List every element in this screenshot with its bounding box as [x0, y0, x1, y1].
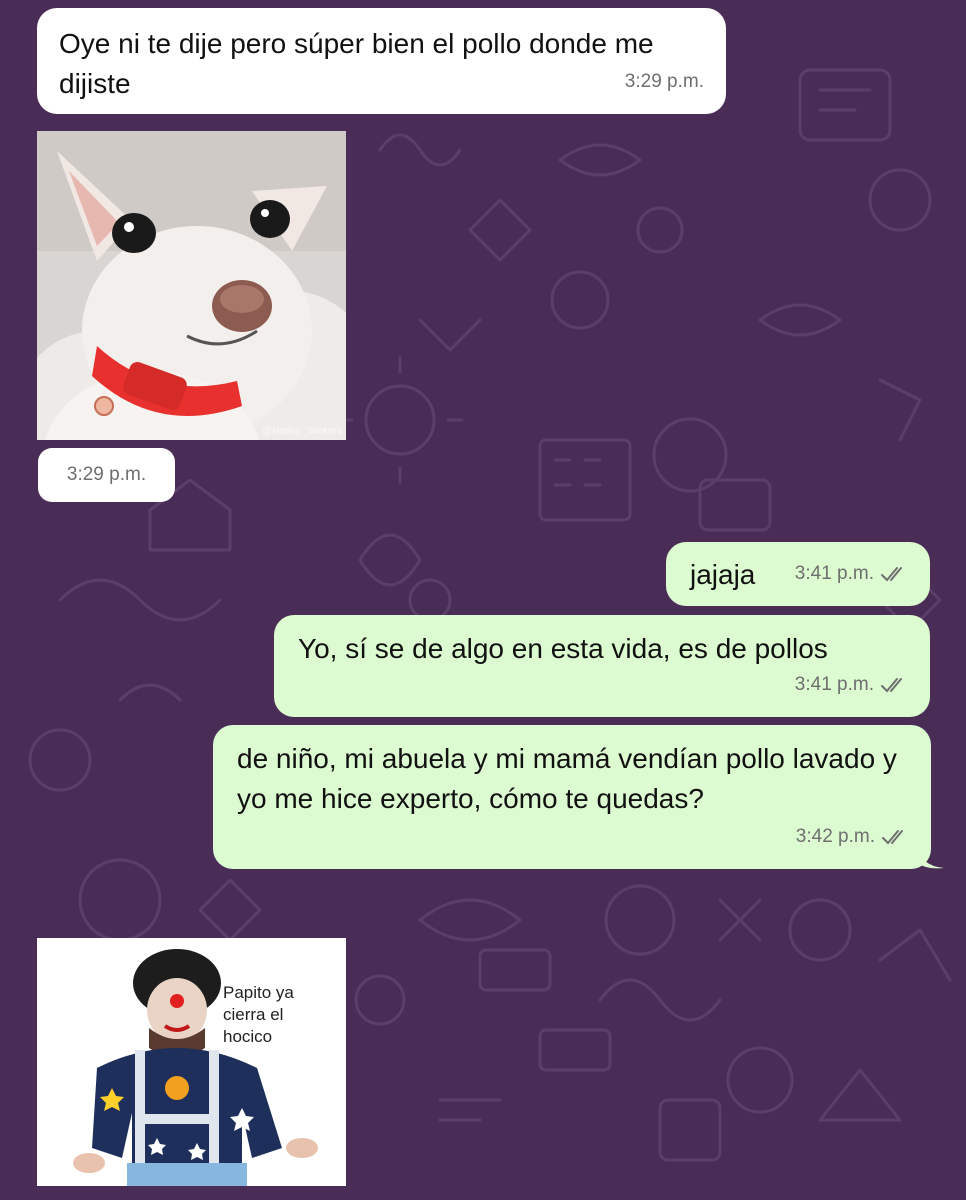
- message-timestamp: 3:29 p.m.: [625, 62, 704, 102]
- double-check-icon: [882, 830, 903, 845]
- message-time: 3:42 p.m.: [795, 826, 875, 847]
- message-time: 3:41 p.m.: [794, 674, 874, 695]
- message-time: 3:29 p.m.: [624, 71, 704, 92]
- double-check-icon: [881, 678, 902, 693]
- message-text: de niño, mi abuela y mi mamá vendían pol…: [237, 743, 897, 814]
- message-time: 3:29 p.m.: [66, 464, 147, 485]
- message-text: Oye ni te dije pero súper bien el pollo …: [59, 28, 654, 99]
- sticker-caption: Papito ya cierra el hocico: [223, 983, 294, 1046]
- sticker-message[interactable]: Papito ya cierra el hocico: [37, 938, 346, 1186]
- message-bubble-incoming[interactable]: Oye ni te dije pero súper bien el pollo …: [37, 8, 726, 114]
- message-timestamp: 3:41 p.m.: [795, 554, 908, 594]
- message-bubble-outgoing[interactable]: jajaja 3:41 p.m.: [666, 542, 930, 606]
- double-check-icon: [881, 567, 902, 582]
- sticker-message[interactable]: @Harley_Stickers: [37, 131, 346, 440]
- message-time: 3:41 p.m.: [794, 563, 874, 584]
- chihuahua-sticker: @Harley_Stickers: [37, 131, 346, 440]
- sticker-watermark: @Harley_Stickers: [262, 426, 342, 437]
- sticker-timestamp-pill: 3:29 p.m.: [38, 448, 175, 502]
- message-timestamp: 3:41 p.m.: [795, 665, 908, 705]
- message-text: Yo, sí se de algo en esta vida, es de po…: [298, 633, 828, 664]
- message-bubble-outgoing[interactable]: de niño, mi abuela y mi mamá vendían pol…: [213, 725, 931, 869]
- message-bubble-outgoing[interactable]: Yo, sí se de algo en esta vida, es de po…: [274, 615, 930, 717]
- message-timestamp: 3:42 p.m.: [796, 817, 909, 857]
- clown-sticker: [37, 938, 346, 1186]
